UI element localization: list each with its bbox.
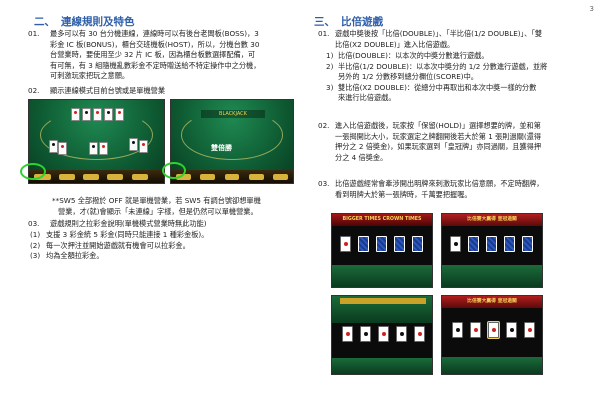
page-number: 3 — [589, 5, 594, 13]
list-item: 3) 雙比倍(X2 DOUBLE)：從總分中再取出和本次中獎一樣的分數 — [326, 82, 537, 92]
highlight-circle — [162, 162, 186, 179]
text-line: 台營業時，要使用至少 32 片 IC 板，因為櫃台板數選擇配備，可 — [50, 50, 256, 59]
item-marker: 03. — [28, 219, 40, 228]
section-title-text: 比倍遊戲 — [341, 16, 383, 28]
text-line: **SW5 全部撥於 OFF 就是單機營業，若 SW5 有調台號卻想單機 — [52, 196, 261, 205]
banner-text: BIGGER TIMES CROWN TIMES — [332, 214, 432, 226]
item-marker: 01. — [318, 29, 330, 38]
text-line: 押分之 2 倍獎金)，如果玩家選到「皇冠牌」亦同過關，且獲得押 — [335, 142, 542, 151]
text-line: 看到明牌大於第一張牌時，千萬要把握喔。 — [335, 189, 472, 199]
rules-subitems: (1) 支援 3 彩金統 5 彩金(同時只能連接 1 種彩金板)。 (2) 每一次押… — [30, 230, 300, 262]
text-line: 營業，才(就)會顯示「未連線」字樣，但是仍然可以單機營業。 — [58, 206, 258, 216]
text-line: 遊戲中獎後按「比倍(DOUBLE)」、「半比倍(1/2 DOUBLE)」、「雙 — [335, 29, 543, 38]
text-line: 比倍遊戲經常會牽涉開出明牌來刺激玩家比倍意願，不定時翻牌， — [335, 179, 544, 188]
section-number: 三、 — [314, 16, 335, 28]
list-item: (2) 每一次押注並開始遊戲就有機會可以拉彩金。 — [30, 240, 190, 250]
section-number: 二、 — [34, 16, 55, 28]
screenshot-blackjack-status: BLACKJACK 雙倍勝 — [170, 99, 294, 184]
item-marker: 01. — [28, 29, 40, 38]
screenshot-double-2: 比倍賽大贏得 皇冠過關 — [441, 213, 543, 288]
section-title-rules: 二、 連線規則及特色 — [34, 14, 135, 29]
list-item: 2) 半比倍(1/2 DOUBLE)：以本次中獎分的 1/2 分數進行遊戲，並將 — [326, 61, 548, 71]
banner-text: 比倍賽大贏得 皇冠過關 — [442, 296, 542, 308]
list-item-continuation: 來進行比倍遊戲。 — [338, 93, 396, 102]
double-subitems: 1) 比倍(DOUBLE)：以本次的中獎分數進行遊戲。 2) 半比倍(1/2 DOU… — [326, 51, 596, 104]
text-line: 遊戲規則之拉彩金說明(單機模式營業時無此功能) — [50, 219, 207, 228]
text-line: 一張揭開比大小，玩家選定之牌翻開後若大於第 1 張則過關(還得 — [335, 131, 542, 141]
text-line: 比倍(X2 DOUBLE)」進入比倍遊戲。 — [335, 39, 455, 49]
item-marker: 03. — [318, 179, 330, 188]
text-line: 彩金 IC 板(BONUS)，櫃台交班機板(HOST)，所以，分機台數 30 — [50, 39, 260, 49]
screenshot-blackjack-table — [28, 99, 165, 184]
banner-text: 比倍賽大贏得 皇冠過關 — [442, 214, 542, 226]
text-line: 顯示連線模式目前台號或是單機營業 — [50, 86, 166, 95]
highlight-circle — [20, 163, 46, 180]
section-title-double: 三、 比倍遊戲 — [314, 14, 383, 29]
text-line: 最多可以有 30 台分機連線，連線時可以有後台老闆板(BOSS)，3 — [50, 29, 259, 38]
screen-text: 雙倍勝 — [211, 144, 232, 152]
list-item: (3) 均為全額拉彩金。 — [30, 251, 104, 260]
item-marker: 02. — [28, 86, 40, 95]
screenshot-double-4: 比倍賽大贏得 皇冠過關 — [441, 295, 543, 375]
list-item: (1) 支援 3 彩金統 5 彩金(同時只能連接 1 種彩金板)。 — [30, 230, 209, 239]
text-line: 分之 4 倍獎金。 — [335, 152, 388, 162]
screenshot-double-1: BIGGER TIMES CROWN TIMES — [331, 213, 433, 288]
text-line: 進入比倍遊戲後，玩家按「保留(HOLD)」選擇想要的牌，並和第 — [335, 121, 541, 130]
screenshot-double-3 — [331, 295, 433, 375]
list-item-continuation: 另外的 1/2 分數移到總分欄位(SCORE)中。 — [338, 72, 478, 81]
item-marker: 02. — [318, 121, 330, 130]
text-line: 有可無，有 3 組隨機亂數彩金不定時贈送給不特定操作中之分機， — [50, 60, 261, 70]
note-sw5: **SW5 全部撥於 OFF 就是單機營業，若 SW5 有調台號卻想單機 營業，… — [52, 196, 302, 217]
text-line: 可刺激玩家把玩之意願。 — [50, 71, 130, 80]
section-title-text: 連線規則及特色 — [61, 16, 135, 28]
list-item: 1) 比倍(DOUBLE)：以本次的中獎分數進行遊戲。 — [326, 51, 489, 60]
